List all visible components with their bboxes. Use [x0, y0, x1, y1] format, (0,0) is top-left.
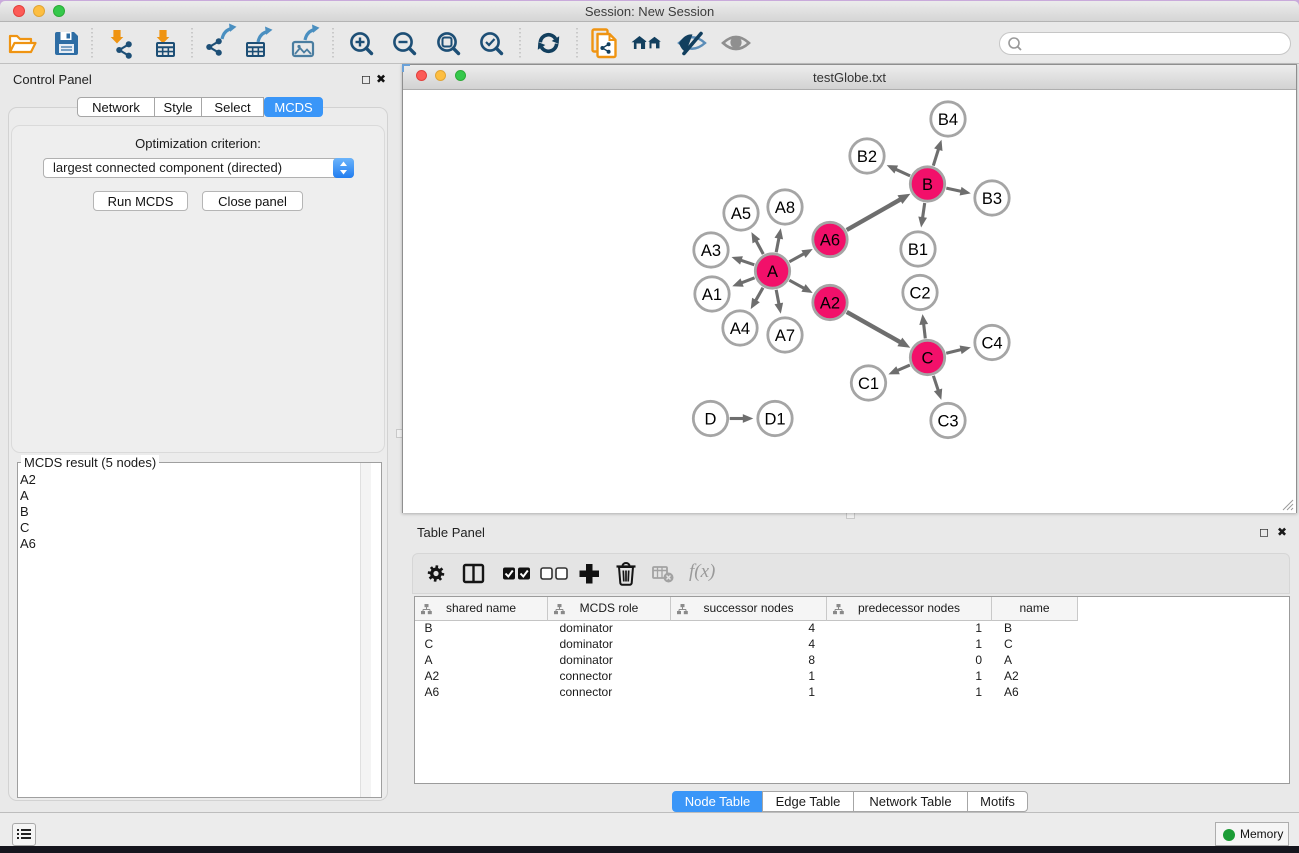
svg-text:B: B — [922, 176, 933, 194]
svg-text:A4: A4 — [730, 320, 750, 338]
svg-text:D: D — [705, 411, 717, 429]
svg-text:B4: B4 — [938, 111, 958, 129]
svg-text:A1: A1 — [702, 286, 722, 304]
svg-text:B2: B2 — [857, 148, 877, 166]
svg-text:C: C — [922, 350, 934, 368]
svg-text:A6: A6 — [820, 232, 840, 250]
svg-text:A7: A7 — [775, 327, 795, 345]
svg-text:C2: C2 — [909, 285, 930, 303]
svg-text:B3: B3 — [982, 190, 1002, 208]
svg-text:C4: C4 — [981, 335, 1002, 353]
svg-text:A2: A2 — [820, 295, 840, 313]
svg-text:A5: A5 — [731, 205, 751, 223]
svg-text:A: A — [767, 263, 778, 281]
svg-text:A8: A8 — [775, 199, 795, 217]
svg-text:C1: C1 — [858, 375, 879, 393]
svg-text:A3: A3 — [701, 242, 721, 260]
svg-text:B1: B1 — [908, 241, 928, 259]
svg-text:C3: C3 — [937, 413, 958, 431]
svg-text:D1: D1 — [764, 411, 785, 429]
